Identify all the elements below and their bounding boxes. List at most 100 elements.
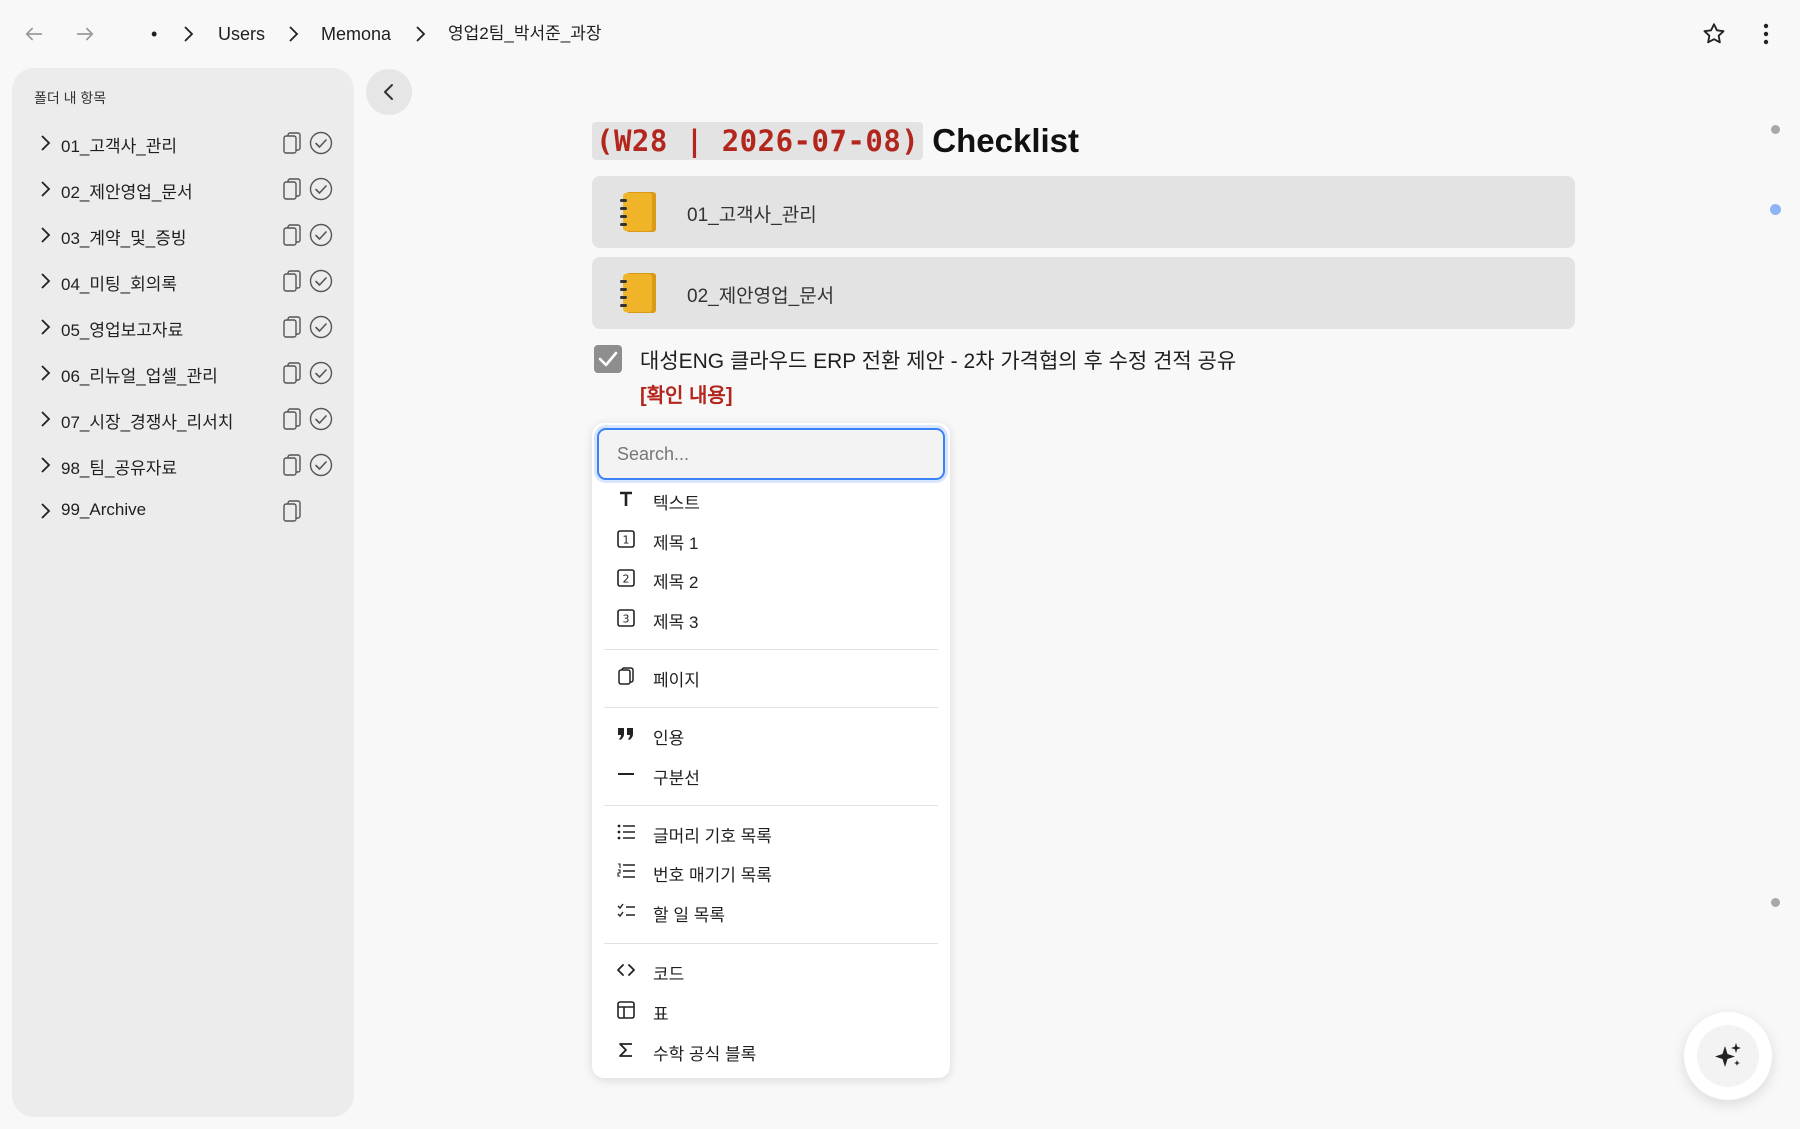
check-circle-icon[interactable] — [309, 361, 333, 385]
todo-text[interactable]: 대성ENG 클라우드 ERP 전환 제안 - 2차 가격협의 후 수정 견적 공… — [640, 345, 1236, 375]
sidebar-folder-item[interactable]: 06_리뉴얼_업셀_관리 — [12, 353, 354, 393]
page-title[interactable]: (W28 | 2026-07-08) Checklist — [592, 120, 1079, 162]
sidebar-folder-item[interactable]: 07_시장_경쟁사_리서치 — [12, 399, 354, 439]
menu-item-table[interactable]: 표 — [592, 991, 950, 1029]
breadcrumb-root[interactable]: • — [151, 22, 157, 46]
notebook-icon — [620, 192, 656, 232]
sidebar: 폴더 내 항목 01_고객사_관리 02_제안영업_문서 03_계약_및_증빙 04_… — [12, 68, 354, 1117]
menu-item-heading-1[interactable]: 1 제목 1 — [592, 520, 950, 558]
menu-item-label: 페이지 — [653, 671, 700, 690]
menu-item-divider[interactable]: 구분선 — [592, 755, 950, 793]
ai-assistant-inner — [1697, 1025, 1759, 1087]
block-search-input[interactable] — [597, 428, 945, 480]
outline-marker[interactable] — [1771, 898, 1780, 907]
favorite-button[interactable] — [1698, 18, 1730, 50]
sidebar-folder-item[interactable]: 01_고객사_관리 — [12, 123, 354, 163]
block-insert-menu: 텍스트 1 제목 1 2 제목 2 3 제목 3 페이지 인용 구분선 글머리 … — [592, 423, 950, 1078]
page-icon[interactable] — [280, 315, 304, 339]
chevron-right-icon[interactable] — [34, 269, 56, 293]
back-button[interactable] — [18, 18, 50, 50]
sidebar-folder-label: 99_Archive — [61, 500, 147, 519]
collapse-sidebar-button[interactable] — [366, 69, 412, 115]
top-bar: • Users Memona 영업2팀_박서준_과장 — [0, 0, 1800, 68]
todo-note[interactable]: [확인 내용] — [640, 379, 732, 408]
sidebar-folder-item[interactable]: 98_팀_공유자료 — [12, 445, 354, 485]
chevron-right-icon[interactable] — [34, 361, 56, 385]
outline-marker-active[interactable] — [1770, 204, 1781, 215]
page-link-block[interactable]: 01_고객사_관리 — [592, 176, 1575, 248]
sidebar-folder-label: 05_영업보고자료 — [61, 321, 184, 340]
sidebar-folder-item[interactable]: 05_영업보고자료 — [12, 307, 354, 347]
sidebar-folder-item[interactable]: 03_계약_및_증빙 — [12, 215, 354, 255]
page-icon[interactable] — [280, 407, 304, 431]
checkmark-icon — [598, 351, 618, 367]
page-icon[interactable] — [280, 499, 304, 523]
check-circle-icon[interactable] — [309, 407, 333, 431]
menu-item-heading-2[interactable]: 2 제목 2 — [592, 559, 950, 597]
menu-item-numbered-list[interactable]: 번호 매기기 목록 — [592, 852, 950, 890]
ai-assistant-button[interactable] — [1684, 1012, 1772, 1100]
breadcrumb-current-folder[interactable]: 영업2팀_박서준_과장 — [448, 22, 601, 46]
check-circle-icon[interactable] — [309, 269, 333, 293]
menu-item-text[interactable]: 텍스트 — [592, 480, 950, 518]
page-icon[interactable] — [280, 177, 304, 201]
sparkle-icon — [1715, 1043, 1741, 1067]
page-icon[interactable] — [280, 453, 304, 477]
chevron-right-icon[interactable] — [34, 131, 56, 155]
breadcrumb-users[interactable]: Users — [218, 22, 265, 46]
menu-item-label: 코드 — [653, 965, 685, 984]
chevron-right-icon[interactable] — [34, 315, 56, 339]
menu-item-page[interactable]: 페이지 — [592, 657, 950, 695]
chevron-right-icon — [410, 22, 430, 46]
breadcrumb-memona[interactable]: Memona — [321, 22, 391, 46]
page-title-text: Checklist — [932, 122, 1080, 159]
page-icon[interactable] — [280, 269, 304, 293]
menu-item-heading-3[interactable]: 3 제목 3 — [592, 599, 950, 637]
menu-item-label: 표 — [653, 1005, 669, 1024]
page-link-block[interactable]: 02_제안영업_문서 — [592, 257, 1575, 329]
sidebar-folder-item[interactable]: 02_제안영업_문서 — [12, 169, 354, 209]
check-circle-icon[interactable] — [309, 453, 333, 477]
forward-button[interactable] — [69, 18, 101, 50]
page-icon[interactable] — [280, 131, 304, 155]
menu-item-math[interactable]: 수학 공식 블록 — [592, 1031, 950, 1069]
sidebar-folder-item[interactable]: 99_Archive — [12, 491, 354, 531]
page-icon[interactable] — [280, 223, 304, 247]
menu-item-todo-list[interactable]: 할 일 목록 — [592, 892, 950, 930]
chevron-right-icon[interactable] — [34, 499, 56, 523]
heading-2-icon: 2 — [616, 568, 636, 588]
chevron-left-icon — [384, 84, 393, 100]
menu-item-label: 번호 매기기 목록 — [653, 866, 772, 885]
menu-item-label: 글머리 기호 목록 — [653, 827, 772, 846]
menu-item-bullet-list[interactable]: 글머리 기호 목록 — [592, 813, 950, 851]
chevron-right-icon[interactable] — [34, 177, 56, 201]
check-circle-icon[interactable] — [309, 315, 333, 339]
menu-item-label: 구분선 — [653, 769, 700, 788]
star-icon — [1703, 23, 1725, 44]
arrow-left-icon — [25, 27, 43, 41]
check-circle-icon[interactable] — [309, 177, 333, 201]
todo-checkbox[interactable] — [594, 345, 622, 373]
sidebar-folder-label: 01_고객사_관리 — [61, 137, 178, 156]
more-options-button[interactable] — [1750, 18, 1782, 50]
heading-3-icon: 3 — [616, 608, 636, 628]
check-circle-icon[interactable] — [309, 223, 333, 247]
menu-item-label: 제목 2 — [653, 573, 699, 592]
menu-item-quote[interactable]: 인용 — [592, 715, 950, 753]
outline-marker[interactable] — [1771, 125, 1780, 134]
page-icon[interactable] — [280, 361, 304, 385]
chevron-right-icon[interactable] — [34, 453, 56, 477]
sidebar-folder-item[interactable]: 04_미팅_회의록 — [12, 261, 354, 301]
sidebar-folder-label: 06_리뉴얼_업셀_관리 — [61, 367, 218, 386]
menu-divider — [604, 805, 938, 806]
menu-item-code[interactable]: 코드 — [592, 951, 950, 989]
check-circle-icon[interactable] — [309, 131, 333, 155]
sidebar-folder-label: 98_팀_공유자료 — [61, 459, 178, 478]
page-link-label: 01_고객사_관리 — [687, 205, 817, 226]
sidebar-folder-label: 03_계약_및_증빙 — [61, 229, 187, 248]
chevron-right-icon[interactable] — [34, 223, 56, 247]
page-link-label: 02_제안영업_문서 — [687, 286, 835, 307]
svg-text:3: 3 — [623, 613, 630, 626]
quote-icon — [616, 724, 636, 744]
chevron-right-icon[interactable] — [34, 407, 56, 431]
